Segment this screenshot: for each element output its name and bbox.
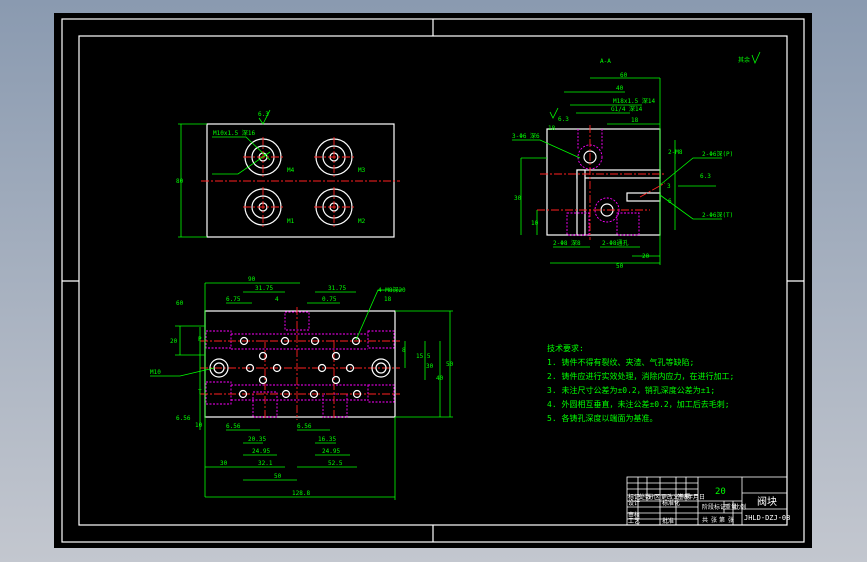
dim: 90 bbox=[248, 276, 256, 283]
tb-label: 阶段标记 bbox=[702, 503, 726, 511]
tb-label: 第 bbox=[719, 516, 725, 524]
dim: 24.95 bbox=[322, 448, 340, 455]
tb-label: 标准化 bbox=[662, 499, 680, 507]
dim: 30 bbox=[220, 460, 228, 467]
dim: 4 bbox=[275, 296, 279, 303]
tech-requirement: 5. 各铸孔深度以端面为基准。 bbox=[547, 413, 657, 423]
material: 20 bbox=[715, 487, 726, 497]
thread-callout: M10 bbox=[150, 369, 161, 376]
dim: 8 bbox=[402, 347, 406, 354]
dim: 6.56 bbox=[176, 415, 191, 422]
tech-requirement: 2. 铸件应进行实效处理，消除内应力，在进行加工; bbox=[547, 371, 734, 381]
dim-height: 80 bbox=[176, 178, 184, 185]
tb-label: 工艺 bbox=[628, 517, 640, 525]
dim: 16.35 bbox=[318, 436, 336, 443]
dim: 6.56 bbox=[226, 423, 241, 430]
port-label: M1 bbox=[287, 218, 295, 225]
hole-callout: 2-Φ8通孔 bbox=[602, 239, 628, 247]
dim: 6 bbox=[668, 198, 672, 205]
hole-callout: 2-Φ6深(P) bbox=[702, 150, 733, 158]
tb-label: 共 bbox=[702, 516, 708, 524]
tb-label: 批准 bbox=[662, 517, 674, 525]
thread-callout: M18x1.5 深14 bbox=[613, 97, 656, 105]
tb-label: 张 bbox=[711, 516, 717, 524]
cad-drawing: 80 6.3 M10x1.5 深16 M4 M3 M1 M2 A-A 其余 60… bbox=[54, 13, 812, 548]
dim: 0.75 bbox=[322, 296, 337, 303]
hole-callout: 2-Φ8 深8 bbox=[553, 239, 581, 247]
dim: 32.1 bbox=[258, 460, 273, 467]
port-label: M3 bbox=[358, 167, 366, 174]
tech-requirement: 1. 铸件不得有裂纹、夹渣、气孔等缺陷; bbox=[547, 357, 694, 367]
dim: 31.75 bbox=[255, 285, 273, 292]
dim: 50 bbox=[446, 361, 454, 368]
dim: 18 bbox=[631, 117, 639, 124]
dim: 30 bbox=[426, 363, 434, 370]
tb-label: 比例 bbox=[734, 503, 746, 511]
tb-label: 张 bbox=[728, 516, 734, 524]
dim: 10 bbox=[195, 422, 203, 429]
hole-callout: 3-Φ6 深6 bbox=[512, 132, 540, 140]
dim: 18 bbox=[548, 125, 556, 132]
dim-overall-length: 128.8 bbox=[292, 490, 310, 497]
drawing-canvas[interactable] bbox=[54, 13, 812, 548]
dim: 20 bbox=[170, 338, 178, 345]
dim: 40 bbox=[616, 85, 624, 92]
tech-requirements-title: 技术要求: bbox=[547, 343, 584, 353]
port-label: M2 bbox=[358, 218, 366, 225]
dim: 20 bbox=[642, 253, 650, 260]
thread-callout: 2-M8 bbox=[668, 149, 683, 156]
roughness-value: 6.3 bbox=[558, 116, 569, 123]
section-label: A-A bbox=[600, 58, 611, 65]
thread-callout: G1/4 深14 bbox=[611, 105, 643, 113]
roughness-note: 其余 bbox=[738, 56, 750, 64]
dim: 18 bbox=[384, 296, 392, 303]
dim: 50 bbox=[616, 263, 624, 270]
drawing-number: JHLD-DZJ-08 bbox=[744, 514, 790, 522]
dim: 40 bbox=[436, 375, 444, 382]
dim: 52.5 bbox=[328, 460, 343, 467]
dim: 6.56 bbox=[297, 423, 312, 430]
dim: 6.75 bbox=[226, 296, 241, 303]
dim: 30 bbox=[514, 195, 522, 202]
dim: 15.5 bbox=[416, 353, 431, 360]
hole-callout: 2-Φ6深(T) bbox=[702, 211, 733, 219]
tb-label: 分区 bbox=[648, 493, 660, 501]
dim: 50 bbox=[274, 473, 282, 480]
dim: 3 bbox=[667, 183, 671, 190]
dim: 10 bbox=[531, 220, 539, 227]
port-p-label: P bbox=[198, 336, 202, 343]
tb-label: 年月日 bbox=[687, 493, 705, 501]
port-label: M4 bbox=[287, 167, 295, 174]
tech-requirement: 3. 未注尺寸公差为±0.2，销孔深度公差为±1; bbox=[547, 385, 715, 395]
dim: 24.95 bbox=[252, 448, 270, 455]
part-name: 阀块 bbox=[757, 495, 777, 508]
dim: 20.35 bbox=[248, 436, 266, 443]
tech-requirement: 4. 外圆相互垂直，未注公差±0.2，加工后去毛刺; bbox=[547, 399, 730, 409]
dim: 31.75 bbox=[328, 285, 346, 292]
port-t-label: T bbox=[198, 389, 202, 396]
dim: 60 bbox=[176, 300, 184, 307]
angle-dim: 6.3 bbox=[700, 173, 711, 180]
thread-callout: M10x1.5 深16 bbox=[213, 129, 256, 137]
tb-label: 设计 bbox=[628, 499, 640, 507]
dim-width: 60 bbox=[620, 72, 628, 79]
thread-callout: 4-M8深20 bbox=[378, 286, 406, 294]
roughness-value: 6.3 bbox=[258, 111, 269, 118]
